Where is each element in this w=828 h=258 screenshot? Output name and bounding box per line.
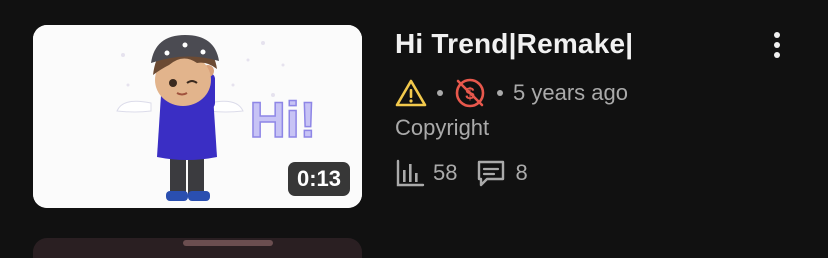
more-vertical-icon[interactable] <box>760 28 794 62</box>
video-list-item[interactable]: Hi! 0:13 Hi Trend|Remake| $ 5 years ago … <box>0 0 828 230</box>
video-meta-row: $ 5 years ago <box>395 76 628 110</box>
meta-separator <box>437 90 443 96</box>
video-stats-row: 58 8 <box>395 156 546 190</box>
duration-badge: 0:13 <box>287 162 350 196</box>
next-video-thumbnail[interactable] <box>33 238 362 258</box>
comments-count: 8 <box>515 160 528 185</box>
demonetized-icon[interactable]: $ <box>453 76 487 110</box>
upload-age: 5 years ago <box>513 80 628 105</box>
thumbnail-caption: Hi! <box>250 92 317 148</box>
video-thumbnail[interactable]: Hi! 0:13 <box>33 25 362 208</box>
meta-separator <box>497 90 503 96</box>
analytics-bars-icon <box>396 159 425 187</box>
views-stat[interactable]: 58 <box>395 158 457 188</box>
comments-stat[interactable]: 8 <box>475 158 528 188</box>
restriction-label[interactable]: Copyright <box>395 115 489 141</box>
warning-icon[interactable] <box>395 78 427 108</box>
comment-icon <box>478 160 505 187</box>
video-title[interactable]: Hi Trend|Remake| <box>395 28 633 60</box>
views-count: 58 <box>433 160 458 185</box>
